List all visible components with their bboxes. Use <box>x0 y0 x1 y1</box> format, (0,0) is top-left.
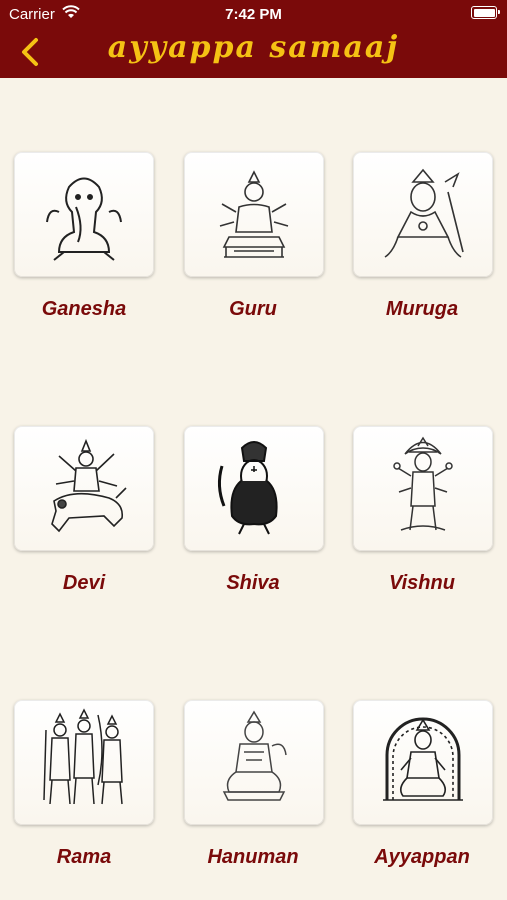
battery-icon <box>471 6 500 19</box>
deity-card-vishnu[interactable] <box>353 426 493 551</box>
deity-card-muruga[interactable] <box>353 152 493 277</box>
muruga-icon <box>384 168 464 258</box>
deity-card-guru[interactable] <box>184 152 324 277</box>
deity-label: Vishnu <box>389 572 455 594</box>
vishnu-icon <box>393 436 453 531</box>
ganesha-icon <box>46 177 122 261</box>
deity-label: Ganesha <box>41 298 127 320</box>
deity-label: Shiva <box>226 572 280 594</box>
deity-card-ganesha[interactable] <box>14 152 154 277</box>
hanuman-icon <box>222 710 287 801</box>
deity-label: Hanuman <box>207 846 299 868</box>
ayyappan-icon <box>383 717 463 801</box>
deity-label: Ayyappan <box>374 846 470 868</box>
deity-label: Muruga <box>385 298 459 320</box>
deity-label: Guru <box>229 298 277 320</box>
deity-label: Rama <box>56 846 112 868</box>
deity-card-ayyappan[interactable] <box>353 700 493 825</box>
deity-label: Devi <box>62 572 106 594</box>
status-bar: Carrier 7:42 PM <box>0 0 507 30</box>
deity-grid: Ganesha Guru Muruga Devi Shiva Vishnu Ra… <box>0 78 507 900</box>
navigation-bar: Carrier 7:42 PM ayyappa samaaj <box>0 0 507 78</box>
deity-card-devi[interactable] <box>14 426 154 551</box>
page-title: ayyappa samaaj <box>107 30 400 65</box>
devi-icon <box>51 438 127 533</box>
deity-card-hanuman[interactable] <box>184 700 324 825</box>
deity-card-rama[interactable] <box>14 700 154 825</box>
deity-card-shiva[interactable] <box>184 426 324 551</box>
shiva-icon <box>217 441 278 535</box>
rama-icon <box>43 708 123 805</box>
status-time: 7:42 PM <box>225 6 282 23</box>
guru-icon <box>219 170 289 258</box>
